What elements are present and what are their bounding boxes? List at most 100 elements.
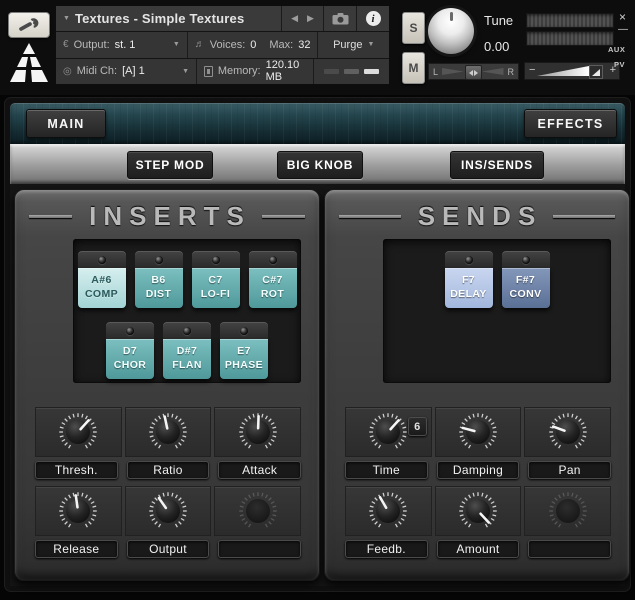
volume-minus[interactable]: −: [529, 64, 535, 77]
midi-channel-select[interactable]: ◎ Midi Ch: [A] 1 ▼: [56, 59, 196, 84]
sends-slot-conv[interactable]: F#7CONV: [502, 251, 550, 308]
sends-knob-label-plate: Damping: [437, 461, 520, 479]
slot-cap: [78, 251, 126, 268]
max-label: Max:: [269, 39, 293, 51]
inserts-slot-phase[interactable]: E7PHASE: [220, 322, 268, 379]
knob-icon: [54, 487, 102, 535]
voices-label: Voices:: [210, 39, 245, 51]
inserts-slot-lo-fi[interactable]: C7LO-FI: [192, 251, 240, 308]
tune-knob[interactable]: [428, 8, 474, 54]
aux-label[interactable]: AUX: [608, 45, 625, 54]
pan-right-label: R: [504, 67, 519, 77]
midi-value: [A] 1: [122, 65, 145, 77]
slot-effect-name: CHOR: [114, 359, 147, 373]
edit-wrench-button[interactable]: [8, 12, 50, 38]
instrument-title-dropdown[interactable]: ▼ Textures - Simple Textures: [56, 6, 281, 31]
status-bar: [364, 69, 379, 74]
info-icon: i: [366, 11, 381, 26]
inserts-knob-output[interactable]: [125, 486, 212, 536]
volume-slider[interactable]: − +: [524, 62, 620, 80]
dropdown-arrow-icon: ▼: [173, 41, 180, 48]
slot-key: F7: [462, 274, 475, 288]
slot-label: C7LO-FI: [192, 268, 240, 308]
inserts-slot-comp[interactable]: A#6COMP: [78, 251, 126, 308]
slot-key: A#6: [91, 274, 111, 288]
pan-track[interactable]: [442, 64, 503, 79]
inserts-knob-row-2: [35, 486, 301, 536]
slot-key: B6: [151, 274, 165, 288]
tab-main[interactable]: MAIN: [26, 109, 106, 138]
tab-step-mod[interactable]: STEP MOD: [127, 151, 213, 179]
inserts-title: INSERTS: [83, 203, 251, 229]
info-button[interactable]: i: [356, 6, 389, 31]
inserts-slot-flan[interactable]: D#7FLAN: [163, 322, 211, 379]
sends-knob-row-2: [345, 486, 611, 536]
slot-key: D7: [123, 345, 137, 359]
pan-slider[interactable]: L R: [428, 63, 519, 80]
inserts-slot-row-2: D7CHORD#7FLANE7PHASE: [73, 322, 301, 379]
nav-right-icon[interactable]: ▶: [307, 13, 314, 24]
pv-label[interactable]: PV: [614, 60, 625, 69]
inserts-knob-release[interactable]: [35, 486, 122, 536]
pan-center-handle[interactable]: [465, 65, 482, 80]
slot-cap: [192, 251, 240, 268]
level-meter-right: [526, 31, 614, 46]
inserts-knob-row-1: [35, 407, 301, 457]
inserts-knob-ratio[interactable]: [125, 407, 212, 457]
inserts-panel: INSERTS A#6COMPB6DISTC7LO-FIC#7ROT D7CHO…: [14, 189, 320, 581]
sends-knob-amount[interactable]: [435, 486, 522, 536]
minimize-icon[interactable]: —: [618, 24, 628, 35]
knob-icon: [454, 408, 502, 456]
knob-icon: [364, 408, 412, 456]
slot-effect-name: PHASE: [225, 359, 263, 373]
inserts-knob-label-plate: Ratio: [127, 461, 210, 479]
sends-knob-damping[interactable]: [435, 407, 522, 457]
kontakt-header: ▼ Textures - Simple Textures ◀ ▶ i: [0, 0, 635, 95]
knob-icon: [544, 487, 592, 535]
sends-knob-feedb[interactable]: [345, 486, 432, 536]
title-rule: [339, 215, 401, 218]
inserts-knob-attack[interactable]: [214, 407, 301, 457]
inserts-slot-dist[interactable]: B6DIST: [135, 251, 183, 308]
sends-knob-time[interactable]: 6: [345, 407, 432, 457]
tempo-sync-badge[interactable]: 6: [408, 417, 427, 436]
sends-knob-empty: [524, 486, 611, 536]
output-select[interactable]: € Output: st. 1 ▼: [56, 32, 187, 57]
sends-knob-label-plate: Amount: [437, 540, 520, 558]
snapshot-camera-button[interactable]: [323, 6, 356, 31]
camera-icon: [332, 13, 349, 25]
tab-ins-sends[interactable]: INS/SENDS: [450, 151, 544, 179]
tune-value: 0.00: [484, 39, 509, 54]
nav-left-icon[interactable]: ◀: [291, 13, 298, 24]
inserts-slot-rot[interactable]: C#7ROT: [249, 251, 297, 308]
tab-effects[interactable]: EFFECTS: [524, 109, 617, 138]
inserts-slot-chor[interactable]: D7CHOR: [106, 322, 154, 379]
pan-arrow-right-icon: [474, 70, 478, 76]
pyramid-logo-icon: [9, 42, 49, 88]
inserts-knob-thresh[interactable]: [35, 407, 122, 457]
voices-value: 0: [250, 39, 256, 51]
volume-handle[interactable]: [589, 65, 603, 79]
purge-menu[interactable]: Purge ▼: [317, 32, 389, 57]
slot-cap: [106, 322, 154, 339]
mute-button[interactable]: M: [402, 52, 425, 84]
tab-big-knob[interactable]: BIG KNOB: [277, 151, 363, 179]
inserts-knob-label-plate: Attack: [218, 461, 301, 479]
sends-slot-row-1: F7DELAYF#7CONV: [383, 251, 611, 308]
solo-button[interactable]: S: [402, 12, 425, 44]
led-indicator-icon: [183, 327, 191, 335]
knob-icon: [234, 408, 282, 456]
slot-label: B6DIST: [135, 268, 183, 308]
close-icon[interactable]: ×: [619, 10, 626, 24]
sends-knob-label-plate: [528, 540, 611, 558]
sends-knob-pan[interactable]: [524, 407, 611, 457]
knob-icon: [144, 487, 192, 535]
slot-effect-name: ROT: [261, 288, 284, 302]
sends-slot-delay[interactable]: F7DELAY: [445, 251, 493, 308]
sends-knob-row-1: 6: [345, 407, 611, 457]
instrument-title-block: ▼ Textures - Simple Textures ◀ ▶ i: [56, 6, 389, 84]
slot-effect-name: DIST: [146, 288, 172, 302]
knob-icon: [364, 487, 412, 535]
sends-plate-row-1: TimeDampingPan: [345, 461, 611, 479]
purge-status-bars: [313, 59, 389, 84]
